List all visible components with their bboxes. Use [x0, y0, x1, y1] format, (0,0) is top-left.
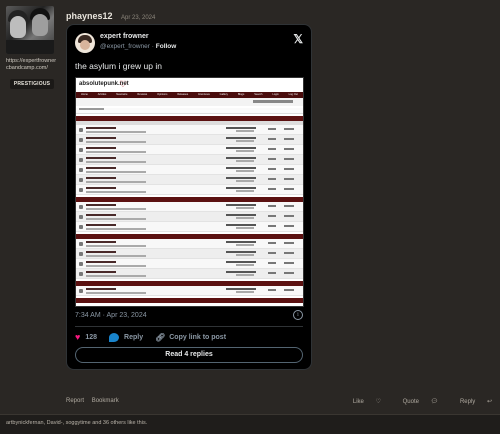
user-badge: PRESTIGIOUS: [9, 79, 55, 89]
reply-action[interactable]: Reply: [109, 332, 144, 342]
info-icon[interactable]: i: [293, 310, 303, 320]
user-website-link[interactable]: https://expertfrownercbandcamp.com/: [6, 58, 58, 72]
tweet-author-name[interactable]: expert frowner: [100, 33, 149, 40]
post-header: phaynes12 Apr 23, 2024: [66, 6, 155, 24]
follow-button[interactable]: Follow: [156, 43, 177, 50]
copy-link-label: Copy link to post: [169, 333, 227, 341]
post-author[interactable]: phaynes12: [66, 11, 113, 21]
like-action[interactable]: ♥ 128: [75, 332, 97, 342]
post-date[interactable]: Apr 23, 2024: [121, 15, 155, 21]
tweet-avatar[interactable]: [75, 33, 95, 53]
forum-rows-3: [76, 239, 303, 279]
reply-bubble-icon: [109, 332, 120, 342]
x-logo-icon[interactable]: 𝕏: [293, 32, 303, 46]
copy-link-action[interactable]: 🔗︎ Copy link to post: [155, 333, 226, 342]
link-icon: 🔗︎: [155, 332, 166, 342]
likes-summary[interactable]: artbynickfernan, David-, soggytime and 3…: [0, 414, 500, 434]
tweet-divider: [75, 326, 303, 327]
tweet-timestamp[interactable]: 7:34 AM · Apr 23, 2024: [75, 312, 147, 319]
heart-icon: ♥: [75, 332, 81, 342]
forum-rows-2: [76, 202, 303, 232]
tweet-handle[interactable]: @expert_frowner: [100, 43, 150, 50]
reply-arrow-icon: ↩: [486, 399, 492, 405]
tweet-image[interactable]: absolutepunk.net ♡ Home Articles Newswire…: [75, 77, 304, 307]
like-button[interactable]: Like ♡: [343, 399, 381, 405]
forum-rows-1: [76, 125, 303, 195]
avatar[interactable]: [6, 6, 54, 54]
forum-post: https://expertfrownercbandcamp.com/ PRES…: [0, 0, 500, 412]
report-link[interactable]: Report: [66, 398, 84, 404]
heart-logo-icon: ♡: [119, 79, 128, 89]
reply-button[interactable]: Reply ↩: [450, 399, 492, 405]
heart-outline-icon: ♡: [375, 399, 381, 405]
quote-button[interactable]: Quote 💬︎: [393, 399, 439, 405]
post-footer: Report Bookmark Like ♡ Quote 💬︎ Reply ↩: [66, 398, 492, 405]
tweet-text: the asylum i grew up in: [75, 61, 162, 71]
bookmark-link[interactable]: Bookmark: [92, 398, 119, 404]
user-column: https://expertfrownercbandcamp.com/ PRES…: [6, 6, 58, 90]
reply-label: Reply: [124, 333, 144, 341]
read-replies-button[interactable]: Read 4 replies: [75, 347, 303, 363]
like-count: 128: [85, 333, 98, 341]
embedded-tweet[interactable]: expert frowner @expert_frowner · Follow …: [66, 24, 312, 370]
quote-bubble-icon: 💬︎: [430, 399, 439, 405]
tweet-actions: ♥ 128 Reply 🔗︎ Copy link to post: [75, 331, 238, 343]
tweet-handle-row: @expert_frowner · Follow: [100, 43, 177, 50]
